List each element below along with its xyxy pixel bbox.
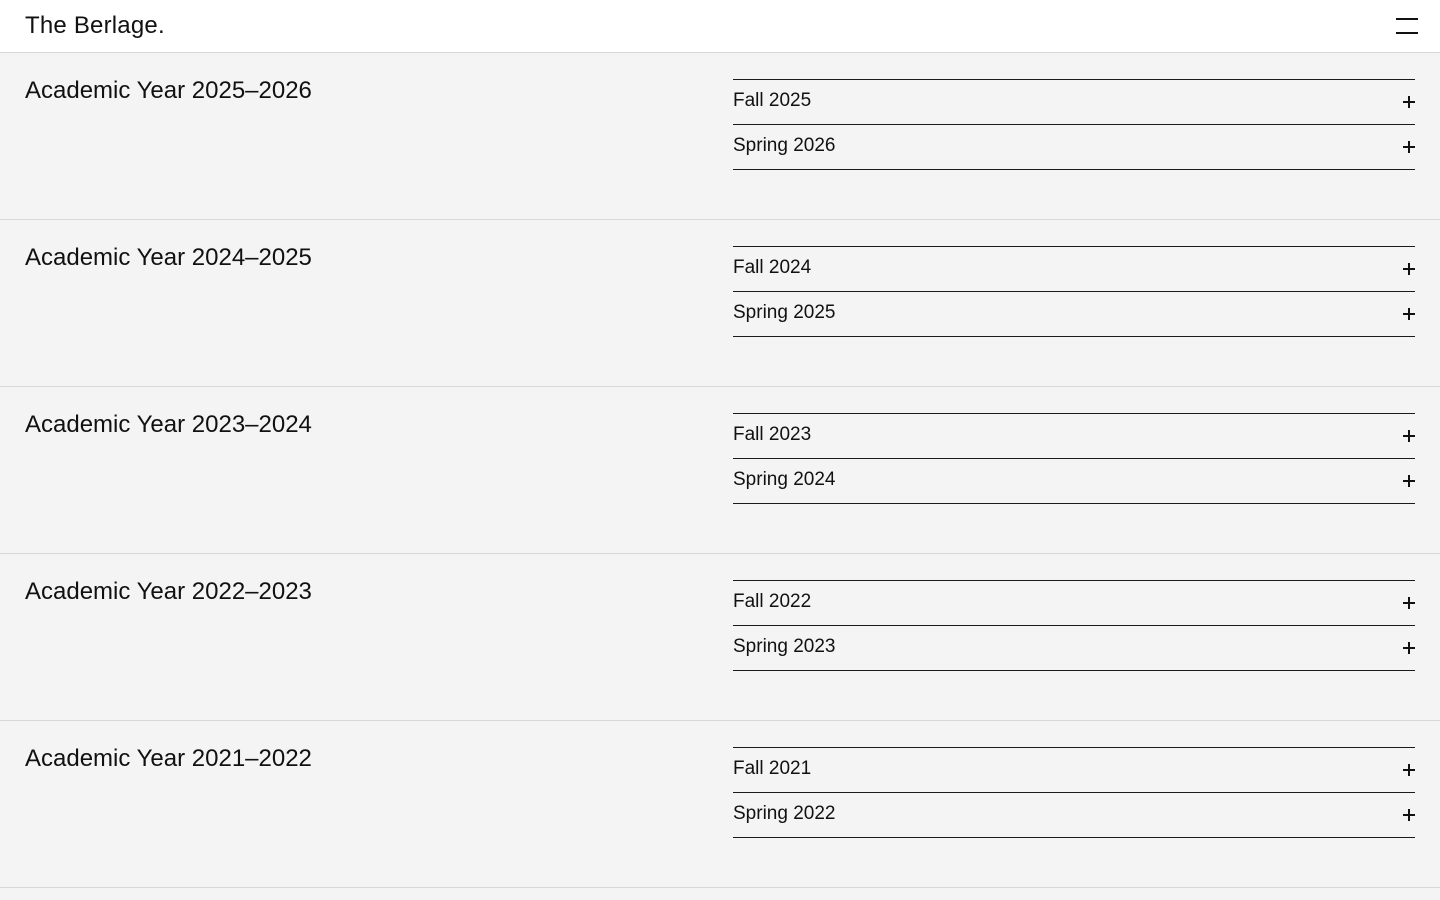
site-header: The Berlage. xyxy=(0,0,1440,53)
semester-toggle-fall[interactable]: Fall 2023 xyxy=(733,414,1415,459)
semester-accordion: Fall 2024 Spring 2025 xyxy=(733,246,1415,337)
plus-icon[interactable] xyxy=(1403,427,1415,447)
year-section: Academic Year 2025–2026 Fall 2025 Spring… xyxy=(0,53,1440,220)
plus-icon[interactable] xyxy=(1403,305,1415,325)
semester-toggle-fall[interactable]: Fall 2022 xyxy=(733,581,1415,626)
semester-label: Spring 2025 xyxy=(733,302,836,323)
semester-label: Spring 2026 xyxy=(733,135,836,156)
year-title: Academic Year 2023–2024 xyxy=(25,411,312,438)
year-title: Academic Year 2025–2026 xyxy=(25,77,312,104)
semester-accordion: Fall 2021 Spring 2022 xyxy=(733,747,1415,838)
semester-accordion: Fall 2022 Spring 2023 xyxy=(733,580,1415,671)
semester-toggle-spring[interactable]: Spring 2022 xyxy=(733,793,1415,838)
semester-toggle-spring[interactable]: Spring 2026 xyxy=(733,125,1415,170)
year-section: Academic Year 2023–2024 Fall 2023 Spring… xyxy=(0,387,1440,554)
semester-toggle-fall[interactable]: Fall 2025 xyxy=(733,80,1415,125)
year-section: Academic Year 2021–2022 Fall 2021 Spring… xyxy=(0,721,1440,888)
year-section: Academic Year 2024–2025 Fall 2024 Spring… xyxy=(0,220,1440,387)
semester-accordion: Fall 2023 Spring 2024 xyxy=(733,413,1415,504)
plus-icon[interactable] xyxy=(1403,260,1415,280)
semester-label: Spring 2023 xyxy=(733,636,836,657)
plus-icon[interactable] xyxy=(1403,138,1415,158)
semester-toggle-spring[interactable]: Spring 2023 xyxy=(733,626,1415,671)
plus-icon[interactable] xyxy=(1403,761,1415,781)
year-section: Academic Year 2022–2023 Fall 2022 Spring… xyxy=(0,554,1440,721)
hamburger-menu-icon[interactable] xyxy=(1390,12,1424,42)
semester-toggle-fall[interactable]: Fall 2021 xyxy=(733,748,1415,793)
semester-toggle-spring[interactable]: Spring 2024 xyxy=(733,459,1415,504)
semester-toggle-fall[interactable]: Fall 2024 xyxy=(733,247,1415,292)
menu-bar-top xyxy=(1396,18,1418,20)
semester-label: Fall 2025 xyxy=(733,90,812,111)
year-title: Academic Year 2021–2022 xyxy=(25,745,312,772)
site-logo[interactable]: The Berlage. xyxy=(25,11,165,41)
menu-bar-bottom xyxy=(1396,32,1418,34)
plus-icon[interactable] xyxy=(1403,472,1415,492)
semester-toggle-spring[interactable]: Spring 2025 xyxy=(733,292,1415,337)
year-title: Academic Year 2022–2023 xyxy=(25,578,312,605)
plus-icon[interactable] xyxy=(1403,93,1415,113)
year-title: Academic Year 2024–2025 xyxy=(25,244,312,271)
semester-label: Spring 2024 xyxy=(733,469,836,490)
semester-label: Spring 2022 xyxy=(733,803,836,824)
plus-icon[interactable] xyxy=(1403,594,1415,614)
semester-label: Fall 2021 xyxy=(733,758,812,779)
plus-icon[interactable] xyxy=(1403,806,1415,826)
semester-accordion: Fall 2025 Spring 2026 xyxy=(733,79,1415,170)
semester-label: Fall 2022 xyxy=(733,591,812,612)
plus-icon[interactable] xyxy=(1403,639,1415,659)
semester-label: Fall 2024 xyxy=(733,257,812,278)
academic-years-list: Academic Year 2025–2026 Fall 2025 Spring… xyxy=(0,53,1440,888)
semester-label: Fall 2023 xyxy=(733,424,812,445)
